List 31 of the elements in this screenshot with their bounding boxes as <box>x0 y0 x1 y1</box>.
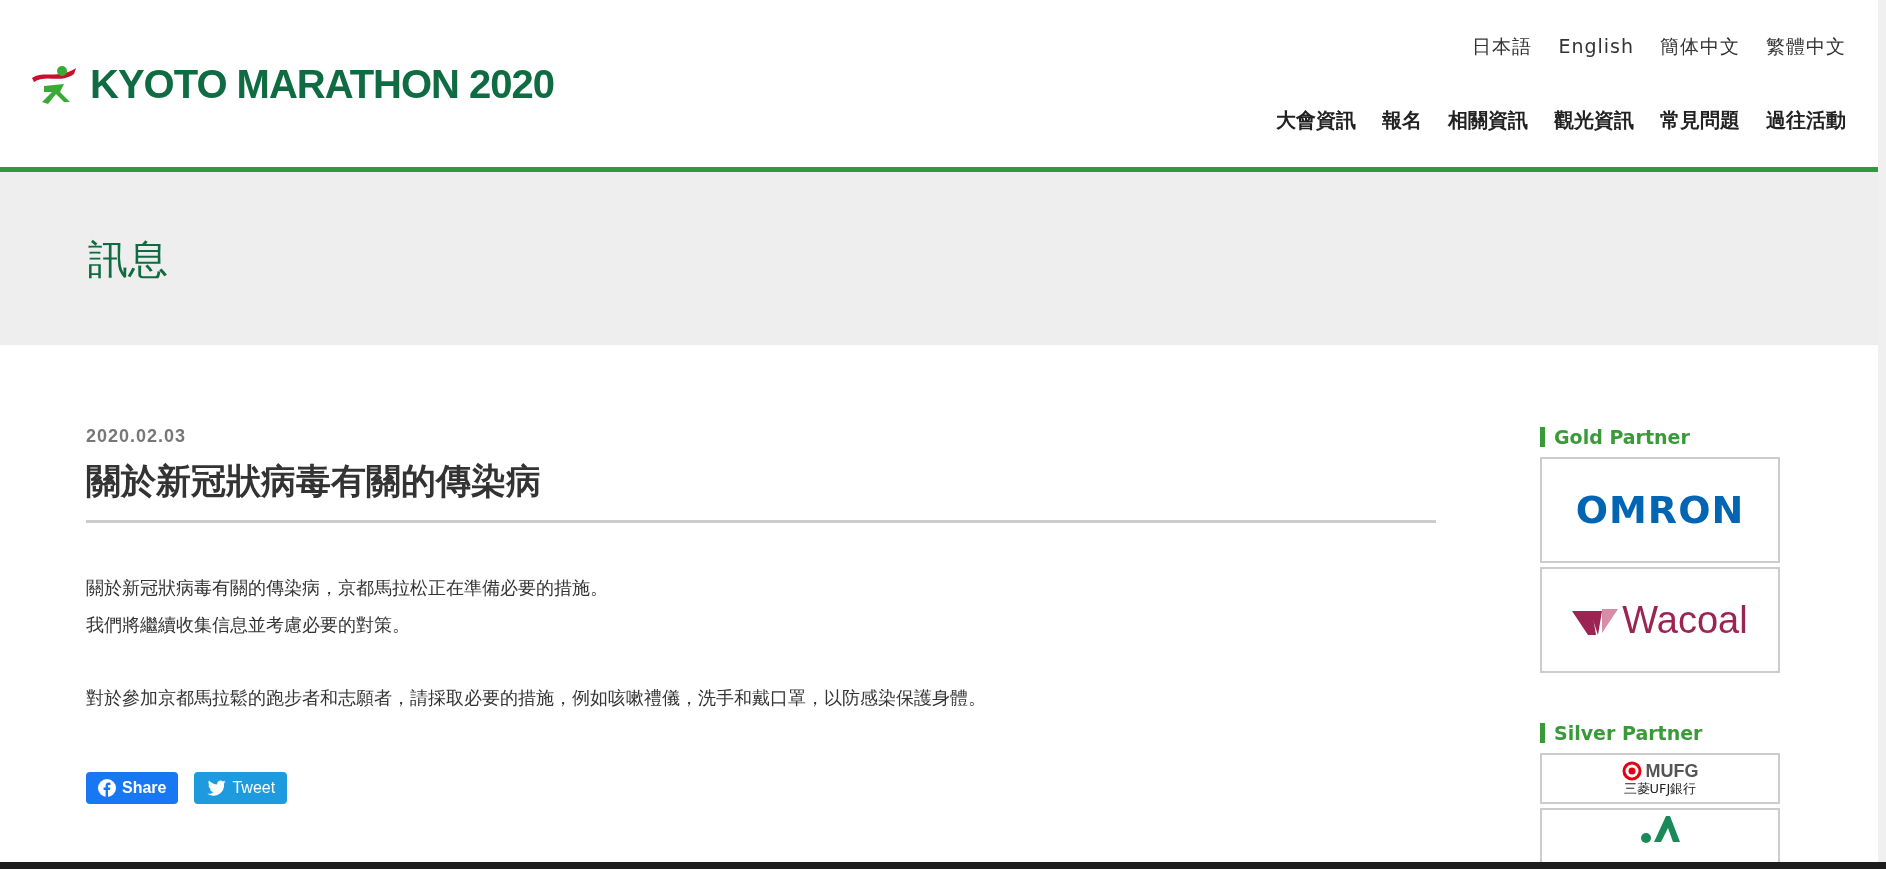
facebook-icon <box>98 779 116 797</box>
partner-logo-card[interactable]: Wacoal <box>1540 567 1780 673</box>
facebook-share-button[interactable]: Share <box>86 772 179 804</box>
bird-icon <box>206 779 227 797</box>
partner-logo-card[interactable]: MUFG 三菱UFJ銀行 <box>1540 753 1780 804</box>
section-heading: Silver Partner <box>1540 723 1780 743</box>
partner-wordmark: MUFG <box>1645 761 1699 781</box>
partner-logo-card[interactable]: OMRON <box>1540 457 1780 563</box>
language-link[interactable]: English <box>1558 32 1634 61</box>
nav-link[interactable]: 報名 <box>1382 104 1422 135</box>
article-date: 2020.02.03 <box>86 425 188 448</box>
partner-subtitle: 三菱UFJ銀行 <box>1623 781 1697 796</box>
nav-link[interactable]: 大會資訊 <box>1276 104 1356 135</box>
nav-link[interactable]: 相關資訊 <box>1448 104 1528 135</box>
scrollbar[interactable] <box>1878 0 1886 862</box>
page-title: 訊息 <box>88 234 168 283</box>
article-paragraph: 關於新冠狀病毒有關的傳染病，京都馬拉松正在準備必要的措施。 我們將繼續收集信息並考慮必要的對策。 <box>86 576 609 637</box>
nav-link[interactable]: 觀光資訊 <box>1554 104 1634 135</box>
nav-link[interactable]: 常見問題 <box>1660 104 1740 135</box>
article-title: 關於新冠狀病毒有關的傳染病 <box>86 460 1436 523</box>
section-heading: Gold Partner <box>1540 427 1780 447</box>
language-link[interactable]: 日本語 <box>1472 32 1533 61</box>
language-link[interactable]: 繁體中文 <box>1766 32 1846 61</box>
partner-wordmark: OMRON <box>1575 486 1745 534</box>
logo-wordmark[interactable]: KYOTO MARATHON 2020 <box>90 53 555 114</box>
ja-mark-icon <box>1640 814 1680 844</box>
nav-link[interactable]: 過往活動 <box>1766 104 1846 135</box>
language-link[interactable]: 簡体中文 <box>1660 32 1740 61</box>
bank-mark-icon <box>1621 761 1642 781</box>
partner-wordmark: Wacoal <box>1622 597 1748 643</box>
article-paragraph: 對於參加京都馬拉鬆的跑步者和志願者，請採取必要的措施，例如咳嗽禮儀，洗手和戴口罩，以防感染保護身體。 <box>86 686 987 710</box>
